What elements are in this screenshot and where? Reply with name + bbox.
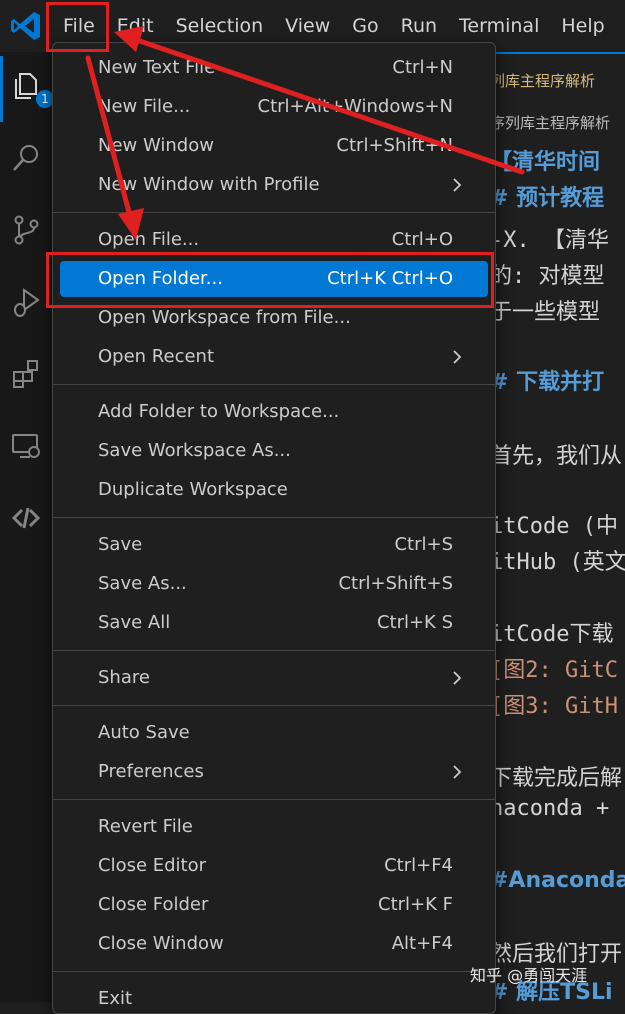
menu-item-label: Exit — [98, 988, 133, 1009]
editor-line: naconda + — [490, 796, 610, 821]
menu-item-label: Auto Save — [98, 722, 190, 743]
menu-terminal[interactable]: Terminal — [448, 8, 550, 44]
editor-line: itHub (英文 — [490, 550, 625, 575]
menu-item-save-workspace-as[interactable]: Save Workspace As... — [60, 433, 488, 469]
menu-item-new-file[interactable]: New File... Ctrl+Alt+Windows+N — [60, 89, 488, 125]
menu-item-label: Close Folder — [98, 894, 209, 915]
menu-item-revert-file[interactable]: Revert File — [60, 809, 488, 845]
editor-line: # 预计教程 — [490, 186, 605, 211]
menu-item-shortcut: Ctrl+K S — [376, 612, 453, 633]
menu-separator — [53, 971, 495, 972]
menu-go[interactable]: Go — [341, 8, 389, 44]
open-folder-highlight-box — [46, 252, 494, 308]
menu-item-share[interactable]: Share — [60, 660, 488, 696]
remote-explorer-icon[interactable] — [10, 430, 42, 462]
menu-separator — [53, 650, 495, 651]
menu-selection[interactable]: Selection — [165, 8, 275, 44]
chevron-right-icon — [453, 765, 462, 779]
editor-breadcrumb[interactable]: 序列库主程序解析 — [490, 112, 610, 133]
menu-item-label: Save Workspace As... — [98, 440, 291, 461]
editor-line: itCode下载 — [490, 622, 614, 647]
menu-item-close-folder[interactable]: Close Folder Ctrl+K F — [60, 887, 488, 923]
editor-line: itCode (中 — [490, 514, 618, 539]
file-menu-dropdown: New Text File Ctrl+N New File... Ctrl+Al… — [52, 42, 496, 1014]
menu-separator — [53, 799, 495, 800]
menu-item-label: New Text File — [98, 57, 216, 78]
menu-item-shortcut: Alt+F4 — [391, 933, 453, 954]
menu-separator — [53, 517, 495, 518]
menu-item-close-window[interactable]: Close Window Alt+F4 — [60, 926, 488, 962]
editor-line: [图2: GitC — [490, 658, 618, 683]
menu-separator — [53, 212, 495, 213]
menu-item-new-window[interactable]: New Window Ctrl+Shift+N — [60, 128, 488, 164]
menu-item-save-all[interactable]: Save All Ctrl+K S — [60, 605, 488, 641]
menu-item-open-recent[interactable]: Open Recent — [60, 339, 488, 375]
chevron-right-icon — [453, 671, 462, 685]
menu-item-auto-save[interactable]: Auto Save — [60, 715, 488, 751]
menu-item-shortcut: Ctrl+S — [394, 534, 453, 555]
menu-item-label: New File... — [98, 96, 191, 117]
menu-item-shortcut: Ctrl+Alt+Windows+N — [257, 96, 453, 117]
menu-edit[interactable]: Edit — [106, 8, 165, 44]
menu-item-label: New Window — [98, 135, 214, 156]
menu-help[interactable]: Help — [550, 8, 615, 44]
file-menu-highlight-box — [46, 2, 109, 52]
menu-item-label: New Window with Profile — [98, 174, 320, 195]
menu-item-close-editor[interactable]: Close Editor Ctrl+F4 — [60, 848, 488, 884]
menu-item-label: Add Folder to Workspace... — [98, 401, 340, 422]
editor-line: [图3: GitH — [490, 694, 618, 719]
menu-item-duplicate-workspace[interactable]: Duplicate Workspace — [60, 472, 488, 508]
menu-item-shortcut: Ctrl+Shift+S — [338, 573, 453, 594]
vscode-logo-icon — [11, 12, 40, 40]
editor-line: 【清华时间 — [490, 150, 601, 175]
menu-item-label: Close Editor — [98, 855, 207, 876]
menu-item-label: Duplicate Workspace — [98, 479, 288, 500]
menu-item-preferences[interactable]: Preferences — [60, 754, 488, 790]
watermark: 知乎 @勇闯天涯 — [470, 966, 588, 985]
extensions-icon[interactable] — [10, 358, 42, 390]
menu-item-shortcut: Ctrl+N — [392, 57, 453, 78]
menu-view[interactable]: View — [274, 8, 341, 44]
menu-item-shortcut: Ctrl+F4 — [384, 855, 453, 876]
chevron-right-icon — [453, 350, 462, 364]
editor-line: # 下载并打 — [490, 370, 605, 395]
activity-bar: 1 — [0, 52, 54, 1002]
menu-item-label: Save — [98, 534, 143, 555]
active-indicator — [0, 56, 3, 122]
editor-line: 下载完成后解 — [490, 766, 623, 791]
menu-item-add-folder-to-workspace[interactable]: Add Folder to Workspace... — [60, 394, 488, 430]
menu-item-label: Open Recent — [98, 346, 215, 367]
menu-item-label: Share — [98, 667, 150, 688]
editor-line: 的: 对模型 — [490, 264, 605, 289]
menu-item-label: Close Window — [98, 933, 224, 954]
editor-tab-title[interactable]: 列库主程序解析 — [490, 70, 595, 91]
menu-item-label: Revert File — [98, 816, 193, 837]
menu-separator — [53, 384, 495, 385]
run-debug-icon[interactable] — [10, 286, 42, 318]
menu-item-label: Save All — [98, 612, 171, 633]
menu-item-label: Save As... — [98, 573, 187, 594]
source-control-icon[interactable] — [10, 214, 42, 246]
remote-connection-icon[interactable] — [10, 502, 42, 534]
chevron-right-icon — [453, 178, 462, 192]
menu-item-save-as[interactable]: Save As... Ctrl+Shift+S — [60, 566, 488, 602]
menu-item-shortcut: Ctrl+K F — [378, 894, 453, 915]
menu-item-label: Preferences — [98, 761, 204, 782]
editor-line: 于一些模型 — [490, 300, 601, 325]
editor-line: 首先，我们从 — [490, 444, 623, 469]
menu-item-save[interactable]: Save Ctrl+S — [60, 527, 488, 563]
menu-item-shortcut: Ctrl+Shift+N — [336, 135, 453, 156]
menu-item-exit[interactable]: Exit — [60, 981, 488, 1013]
menu-run[interactable]: Run — [390, 8, 448, 44]
editor-line: -X. 【清华 — [490, 228, 609, 253]
search-icon[interactable] — [10, 142, 42, 174]
menu-item-new-text-file[interactable]: New Text File Ctrl+N — [60, 50, 488, 86]
editor-line: #Anaconda — [490, 868, 625, 893]
menu-item-new-window-with-profile[interactable]: New Window with Profile — [60, 167, 488, 203]
menu-separator — [53, 705, 495, 706]
